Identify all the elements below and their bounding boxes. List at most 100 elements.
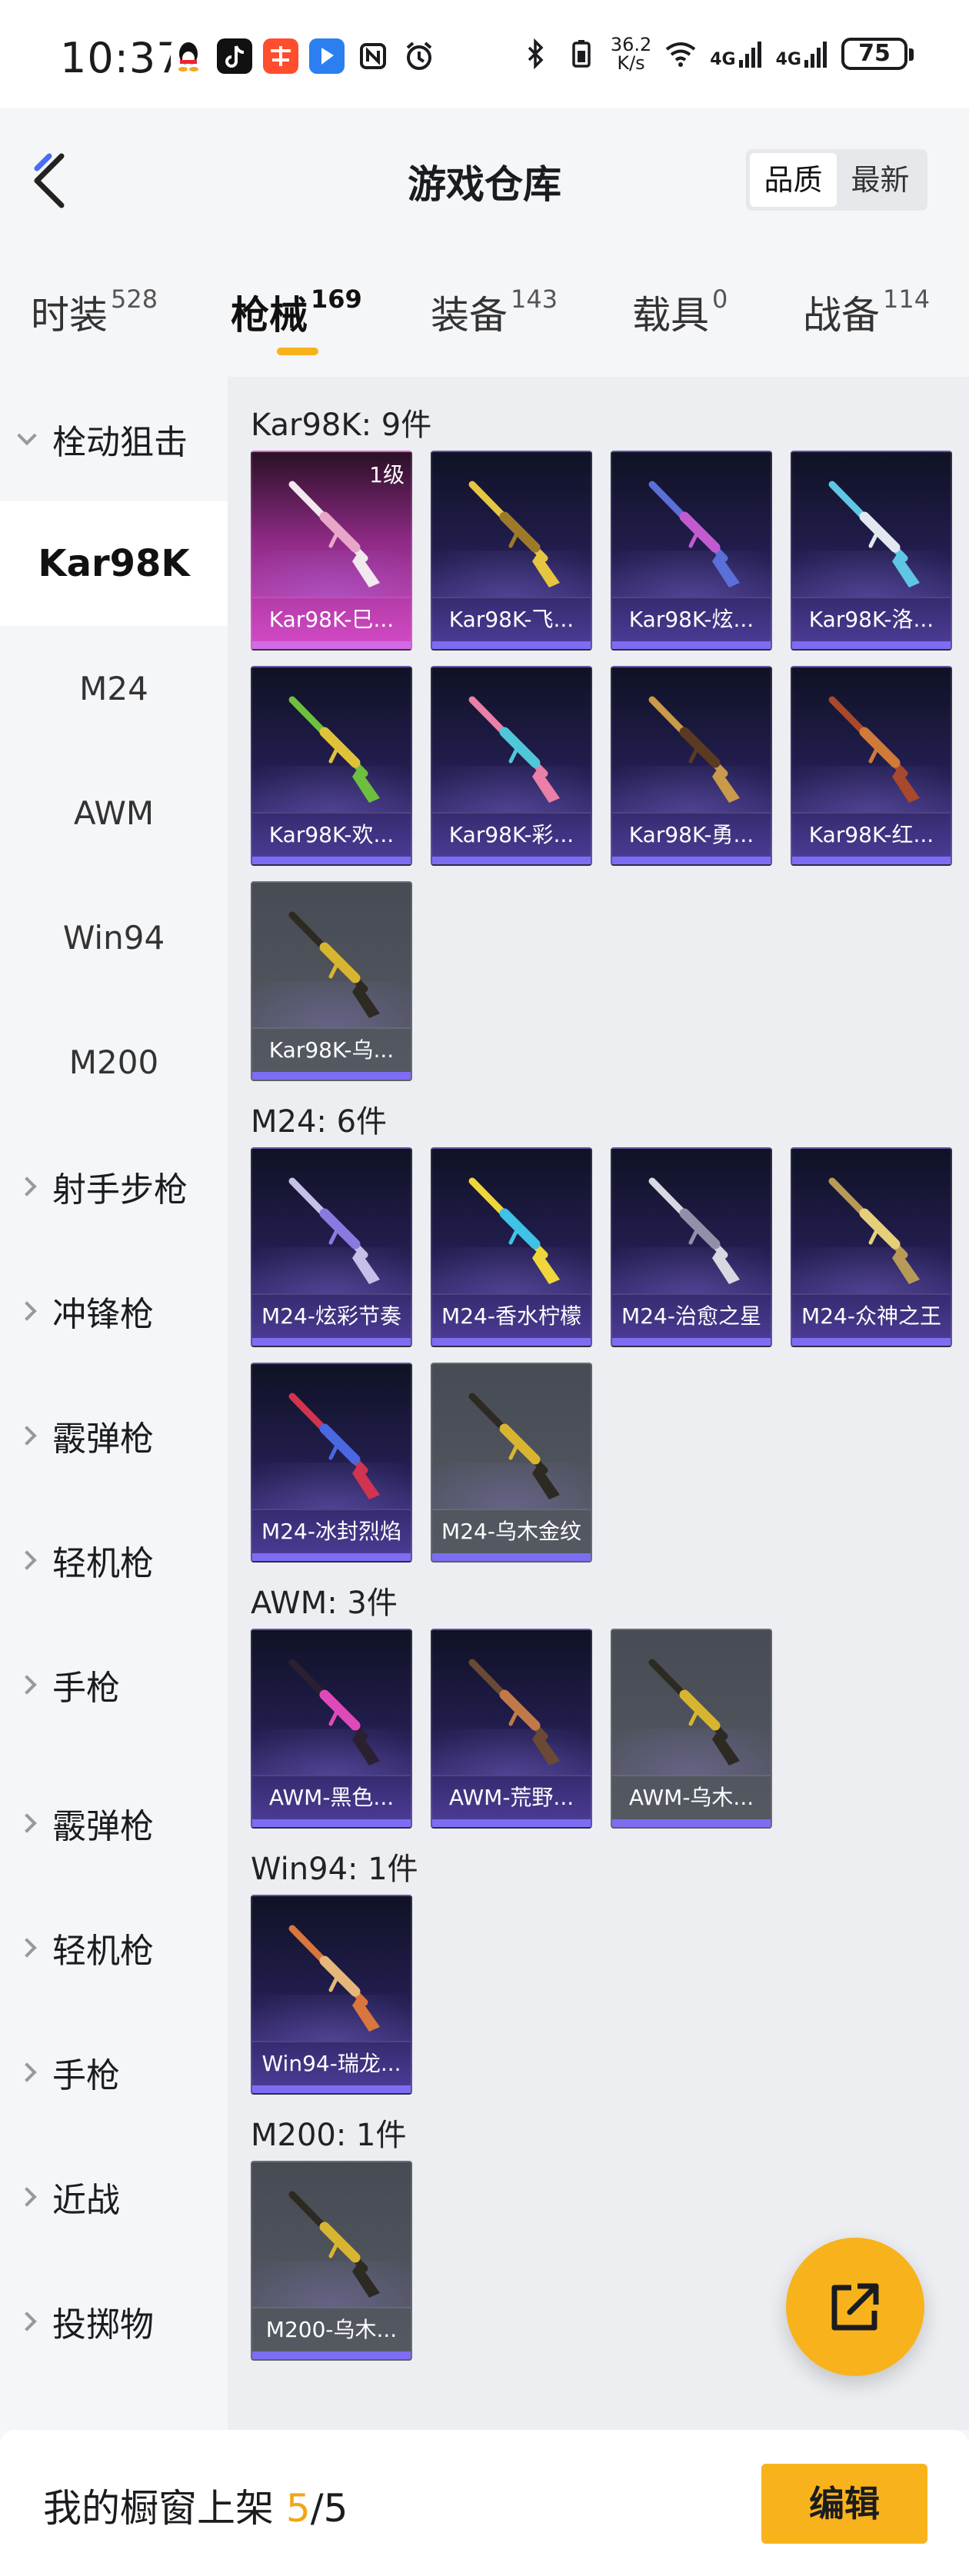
rarity-bar [252,1338,411,1346]
rifle-icon [288,1925,380,2032]
rifle-icon [468,481,560,587]
weapon-skin-card[interactable]: Kar98K-彩... [431,666,592,866]
weapon-skin-card[interactable]: M24-炫彩节奏 [251,1147,412,1347]
sidebar-group[interactable]: 轻机枪 [0,1885,228,2010]
weapon-skin-card[interactable]: Kar98K-洛... [791,451,952,651]
card-label: Kar98K-勇... [612,812,771,857]
taobao-icon [263,38,298,74]
edit-button[interactable]: 编辑 [761,2464,927,2544]
active-tab-indicator [277,348,318,355]
wifi-icon [666,42,696,67]
section-title: M200: 1件 [251,2118,407,2153]
weapon-skin-card[interactable]: M24-香水柠檬 [431,1147,592,1347]
tab-equipment[interactable]: 装备 143 [431,285,558,340]
showcase-count-text: 我的橱窗上架 5/5 [43,2478,348,2533]
weapon-skin-card[interactable]: M200-乌木... [251,2161,412,2361]
weapon-skin-card[interactable]: AWM-荒野... [431,1629,592,1829]
rarity-bar [252,2085,411,2093]
showcase-label: 我的橱窗上架 [43,2486,286,2531]
weapon-skin-card[interactable]: Kar98K-欢... [251,666,412,866]
card-label: Kar98K-炫... [612,597,771,641]
sidebar-subitem[interactable]: AWM [0,751,228,875]
weapon-skin-card[interactable]: M24-众神之王 [791,1147,952,1347]
tab-firearms[interactable]: 枪械 169 [231,285,362,340]
sidebar-group[interactable]: 手枪 [0,1622,228,1747]
tab-label: 枪械 [231,293,308,338]
chevron-right-icon [17,1675,37,1695]
tab-count: 528 [111,285,158,314]
weapon-skin-card[interactable]: M24-乌木金纹 [431,1363,592,1563]
weapon-skin-card[interactable]: Kar98K-飞... [431,451,592,651]
sidebar-item-label: Win94 [62,918,165,957]
rarity-bar [252,1553,411,1561]
rarity-bar [252,1819,411,1827]
alarm-icon [401,38,437,74]
rarity-bar [612,1338,771,1346]
status-bar: 10:37 36.2 K/s 4G 4G 75 [0,0,969,108]
sidebar-group[interactable]: 霰弹枪 [0,1761,228,1885]
sidebar-subitem[interactable]: M24 [0,626,228,751]
sidebar-subitem[interactable]: M200 [0,1000,228,1124]
tab-label: 战备 [803,293,880,338]
weapon-skin-card[interactable]: AWM-乌木... [611,1629,772,1829]
sidebar-group[interactable]: 投掷物 [0,2259,228,2384]
weapon-skin-card[interactable]: Kar98K-勇... [611,666,772,866]
sidebar-subitem[interactable]: Win94 [0,875,228,1000]
section-title: Win94: 1件 [251,1852,418,1887]
sort-option-newest[interactable]: 最新 [837,153,924,207]
network-speed-value: 36.2 [610,34,652,55]
card-label: Kar98K-欢... [252,812,411,857]
sidebar-item-label: 轻机枪 [52,1544,154,1583]
level-badge: 1级 [369,462,405,488]
sidebar-group[interactable]: 霰弹枪 [0,1373,228,1498]
share-button[interactable] [786,2238,924,2376]
weapon-skin-card[interactable]: Win94-瑞龙... [251,1895,412,2095]
card-label: M24-治愈之星 [612,1293,771,1338]
rifle-icon [828,1177,920,1284]
section-title: Kar98K: 9件 [251,408,432,443]
weapon-skin-card[interactable]: Kar98K-炫... [611,451,772,651]
rarity-bar [432,1338,591,1346]
tab-count: 114 [883,285,931,314]
tab-supplies[interactable]: 战备 114 [803,285,930,340]
weapon-skin-card[interactable]: 1级 Kar98K-巳... [251,451,412,651]
weapon-skin-card[interactable]: M24-冰封烈焰 [251,1363,412,1563]
share-external-icon [831,2283,879,2331]
chevron-right-icon [17,1426,37,1446]
weapon-skin-card[interactable]: Kar98K-乌... [251,881,412,1081]
chevron-right-icon [17,1813,37,1833]
weapon-skin-card[interactable]: Kar98K-红... [791,666,952,866]
sort-toggle: 品质 最新 [746,149,927,211]
tab-count: 143 [511,285,558,314]
rarity-bar [792,857,951,864]
tab-fashion[interactable]: 时装 528 [31,285,158,340]
sort-option-quality[interactable]: 品质 [750,153,837,207]
card-label: AWM-乌木... [612,1775,771,1819]
sidebar-group[interactable]: 轻机枪 [0,1498,228,1622]
sidebar-group[interactable]: 射手步枪 [0,1124,228,1249]
sidebar-group[interactable]: 近战 [0,2135,228,2259]
sidebar-group[interactable]: 冲锋枪 [0,1249,228,1373]
tab-vehicles[interactable]: 载具 0 [632,285,728,340]
inventory-grid: Kar98K: 9件 1级 Kar98K-巳... Kar98K-飞... Kar98K… [228,377,969,2430]
rifle-icon [288,911,380,1018]
card-label: AWM-荒野... [432,1775,591,1819]
sidebar-subitem[interactable]: Kar98K [0,501,228,626]
qq-icon [171,38,206,74]
nfc-icon [355,38,391,74]
card-label: M24-香水柠檬 [432,1293,591,1338]
status-time: 10:37 [60,34,184,82]
rifle-icon [288,1659,380,1766]
sidebar-group[interactable]: 手枪 [0,2010,228,2135]
sidebar-group[interactable]: 栓动狙击 [0,377,228,501]
rarity-bar [432,857,591,864]
rifle-icon [648,1659,740,1766]
card-label: M24-冰封烈焰 [252,1509,411,1553]
showcase-total-count: 5 [323,2486,348,2531]
sidebar-item-label: 冲锋枪 [52,1295,154,1334]
card-label: M200-乌木... [252,2307,411,2351]
weapon-skin-card[interactable]: AWM-黑色... [251,1629,412,1829]
weapon-skin-card[interactable]: M24-治愈之星 [611,1147,772,1347]
rifle-icon [828,696,920,803]
card-label: M24-众神之王 [792,1293,951,1338]
